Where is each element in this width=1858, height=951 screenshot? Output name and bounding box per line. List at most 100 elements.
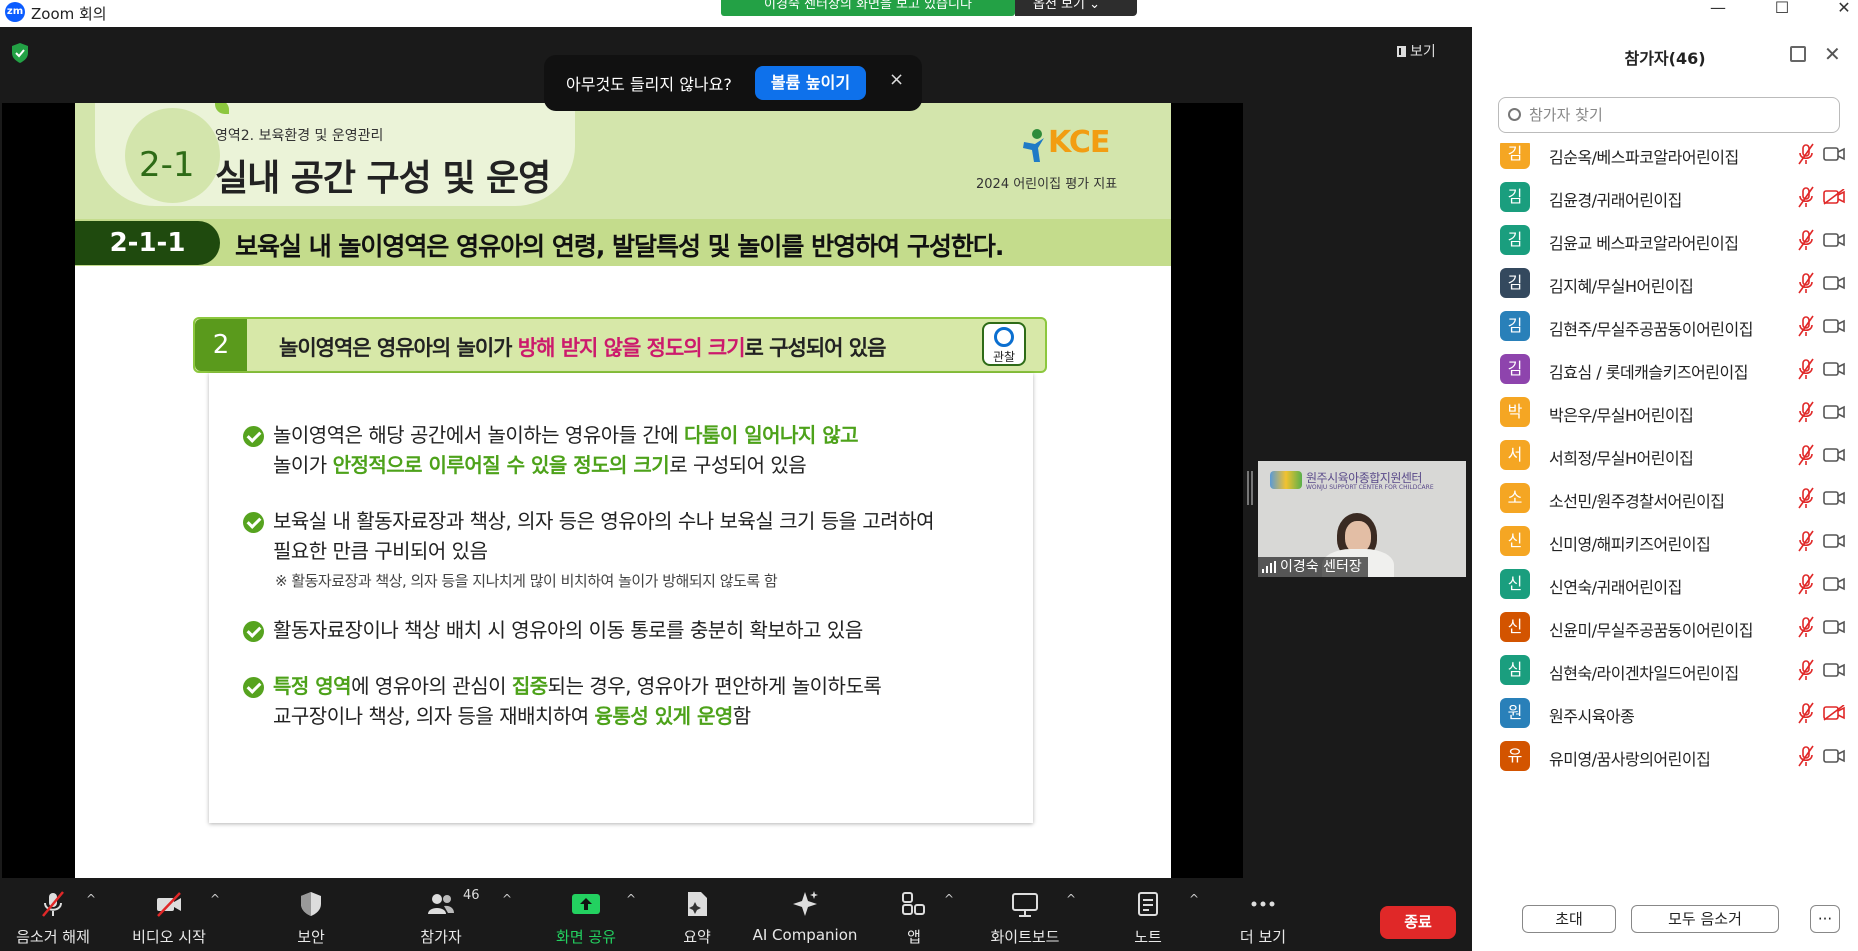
chevron-up-icon[interactable]: ^ [1066, 892, 1076, 906]
participant-name: 김순옥/베스파코알라어린이집 [1549, 148, 1739, 167]
criterion-text: 놀이영역은 영유아의 놀이가 방해 받지 않을 정도의 크기로 구성되어 있음 [279, 332, 886, 362]
video-icon[interactable] [1823, 748, 1845, 764]
video-icon[interactable] [1823, 404, 1845, 420]
participant-row[interactable]: 유 유미영/꿈사랑의어린이집 [1472, 733, 1858, 784]
avatar: 신 [1500, 569, 1530, 599]
video-icon[interactable] [1823, 490, 1845, 506]
invite-button[interactable]: 초대 [1522, 905, 1616, 933]
item-line: 놀이가 안정적으로 이루어질 수 있을 정도의 크기로 구성되어 있음 [273, 450, 993, 480]
apps-icon [902, 892, 925, 915]
end-meeting-button[interactable]: 종료 [1380, 906, 1456, 939]
chevron-up-icon[interactable]: ^ [502, 892, 512, 906]
video-icon[interactable] [1823, 662, 1845, 678]
video-icon[interactable] [1823, 146, 1845, 162]
unmute-button[interactable]: 음소거 해제 [8, 878, 98, 951]
participants-icon [428, 894, 454, 914]
mic-off-icon[interactable] [1797, 659, 1815, 681]
share-screen-label: 화면 공유 [556, 928, 616, 946]
minimize-icon[interactable]: — [1698, 0, 1738, 20]
mic-off-icon[interactable] [1797, 358, 1815, 380]
video-off-icon[interactable] [1823, 188, 1845, 205]
list-item-text: 보육실 내 활동자료장과 책상, 의자 등은 영유아의 수나 보육실 크기 등을… [273, 506, 993, 596]
avatar: 유 [1500, 741, 1530, 771]
share-screen-button[interactable]: 화면 공유 [543, 878, 629, 951]
video-icon[interactable] [1823, 447, 1845, 463]
item-text: 놀이가 [273, 453, 333, 477]
chevron-up-icon[interactable]: ^ [86, 892, 96, 906]
zoom-logo-icon: zm [5, 2, 25, 22]
participant-name: 김현주/무실주공꿈동이어린이집 [1549, 320, 1753, 339]
chevron-up-icon[interactable]: ^ [210, 892, 220, 906]
mic-off-icon[interactable] [1797, 401, 1815, 423]
security-button[interactable]: 보안 [271, 878, 351, 951]
video-icon[interactable] [1823, 361, 1845, 377]
mic-off-icon[interactable] [1797, 487, 1815, 509]
mic-off-icon[interactable] [1797, 616, 1815, 638]
criterion-header: 2 놀이영역은 영유아의 놀이가 방해 받지 않을 정도의 크기로 구성되어 있… [193, 317, 1047, 373]
criterion-text-before: 놀이영역은 영유아의 놀이가 [279, 336, 518, 360]
video-tile[interactable]: 원주시육아종합지원센터 WONJU SUPPORT CENTER FOR CHI… [1258, 461, 1466, 577]
item-text: 되는 경우, 영유아가 편안하게 놀이하도록 [547, 674, 882, 698]
center-logo-subtext: WONJU SUPPORT CENTER FOR CHILDCARE [1306, 484, 1434, 491]
view-layout-icon [1397, 46, 1406, 57]
avatar: 김 [1500, 268, 1530, 298]
maximize-icon[interactable]: ☐ [1762, 0, 1802, 20]
video-icon[interactable] [1823, 576, 1845, 592]
ai-companion-button[interactable]: AI Companion [752, 878, 858, 951]
more-options-button[interactable]: ··· [1810, 905, 1840, 933]
notes-button[interactable]: 노트 [1128, 878, 1168, 951]
video-icon[interactable] [1823, 232, 1845, 248]
chevron-up-icon[interactable]: ^ [626, 892, 636, 906]
close-icon[interactable]: × [889, 69, 904, 90]
mic-off-icon[interactable] [1797, 573, 1815, 595]
view-button[interactable]: 보기 [1397, 41, 1436, 61]
chevron-up-icon[interactable]: ^ [1189, 892, 1199, 906]
share-banner: 이경숙 센터장의 화면을 보고 있습니다 [721, 0, 1015, 16]
close-icon[interactable]: ✕ [1824, 42, 1841, 66]
mic-off-icon[interactable] [1797, 745, 1815, 767]
resize-handle[interactable] [1247, 471, 1253, 505]
zoom-meeting-window: zm Zoom 회의 이경숙 센터장의 화면을 보고 있습니다 옵션 보기 ⌄ … [0, 0, 1858, 951]
mute-all-button[interactable]: 모두 음소거 [1631, 905, 1779, 933]
mic-off-icon[interactable] [1797, 444, 1815, 466]
summary-button[interactable]: 요약 [667, 878, 727, 951]
start-video-button[interactable]: 비디오 시작 [124, 878, 214, 951]
video-icon[interactable] [1823, 619, 1845, 635]
participants-button[interactable]: 46 참가자 [401, 878, 481, 951]
criterion-highlight: 방해 받지 않을 정도의 크기 [517, 336, 746, 360]
participant-name: 김효심 / 롯데캐슬키즈어린이집 [1549, 363, 1748, 382]
mic-off-icon[interactable] [1797, 272, 1815, 294]
mic-off-icon[interactable] [1797, 143, 1815, 165]
mic-off-icon[interactable] [1797, 315, 1815, 337]
participant-search-input[interactable]: 참가자 찾기 [1498, 97, 1840, 133]
video-icon[interactable] [1823, 318, 1845, 334]
mic-off-icon[interactable] [1797, 530, 1815, 552]
participant-name: 신윤미/무실주공꿈동이어린이집 [1549, 621, 1753, 640]
pop-out-icon[interactable] [1790, 46, 1806, 62]
kce-person-icon [1023, 129, 1044, 162]
audio-prompt-question: 아무것도 들리지 않나요? [566, 75, 732, 94]
avatar: 원 [1500, 698, 1530, 728]
increase-volume-button[interactable]: 볼륨 높이기 [755, 66, 866, 100]
more-button[interactable]: 더 보기 [1233, 878, 1293, 951]
item-highlight: 집중 [511, 674, 548, 698]
avatar: 김 [1500, 182, 1530, 212]
chevron-up-icon[interactable]: ^ [944, 892, 954, 906]
close-window-icon[interactable]: ✕ [1824, 0, 1858, 20]
check-circle-icon [243, 677, 264, 698]
encryption-shield-icon[interactable] [10, 42, 30, 64]
apps-button[interactable]: 앱 [894, 878, 934, 951]
video-icon[interactable] [1823, 533, 1845, 549]
video-icon[interactable] [1823, 275, 1845, 291]
title-number: 2-1 [139, 145, 195, 185]
summary-label: 요약 [683, 928, 711, 946]
mic-off-icon[interactable] [1797, 186, 1815, 208]
participant-name: 신미영/해피키즈어린이집 [1549, 535, 1711, 554]
whiteboard-button[interactable]: 화이트보드 [982, 878, 1068, 951]
video-off-icon[interactable] [1823, 704, 1845, 721]
kce-logo: KCE [1048, 125, 1110, 160]
avatar: 김 [1500, 311, 1530, 341]
mic-off-icon[interactable] [1797, 229, 1815, 251]
view-options-button[interactable]: 옵션 보기 ⌄ [1015, 0, 1137, 16]
mic-off-icon[interactable] [1797, 702, 1815, 724]
